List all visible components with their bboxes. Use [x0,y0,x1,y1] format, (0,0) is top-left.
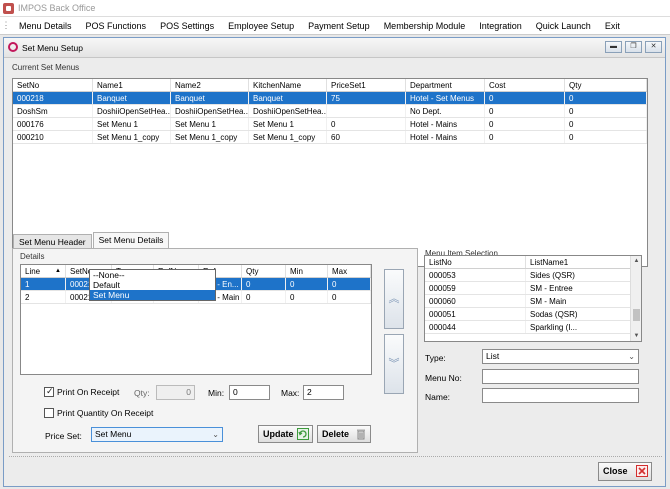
menu-integration[interactable]: Integration [472,21,529,31]
print-on-receipt-checkbox[interactable] [44,386,54,397]
type-label: Type: [425,353,446,363]
col-cost[interactable]: Cost [485,79,565,91]
close-window-button[interactable]: ✕ [645,41,662,53]
list-item[interactable]: 000060 SM - Main [425,295,631,308]
menu-exit[interactable]: Exit [598,21,627,31]
menu-membership-module[interactable]: Membership Module [377,21,473,31]
name-label: Name: [425,392,451,402]
price-set-option-default[interactable]: Default [90,280,215,290]
col-qty[interactable]: Qty [565,79,647,91]
move-up-button[interactable]: ︽ [384,269,404,329]
sort-asc-icon: ▲ [55,268,61,274]
set-menu-setup-window: Set Menu Setup ▬ ❐ ✕ Current Set Menus S… [3,37,666,487]
price-set-value: Set Menu [95,429,132,439]
move-down-button[interactable]: ︾ [384,334,404,394]
price-set-dropdown-list: --None-- Default Set Menu [89,269,216,301]
restore-button[interactable]: ❐ [625,41,642,53]
col-listno[interactable]: ListNo [425,256,526,268]
grid-header-row: SetNo Name1 Name2 KitchenName PriceSet1 … [13,79,647,92]
list-item[interactable]: 000044 Sparkling (I... [425,321,631,334]
window-ring-icon [8,42,18,52]
type-select[interactable]: List ⌄ [482,349,639,364]
update-button[interactable]: Update [258,425,313,443]
table-row[interactable]: 000176 Set Menu 1 Set Menu 1 Set Menu 1 … [13,118,647,131]
tab-set-menu-details[interactable]: Set Menu Details [92,232,170,249]
col-kitchenname[interactable]: KitchenName [249,79,327,91]
update-icon [297,428,309,440]
close-button[interactable]: Close [598,462,652,481]
delete-label: Delete [322,429,350,439]
price-set-option-set-menu[interactable]: Set Menu [90,290,215,300]
current-set-menus-label: Current Set Menus [12,63,80,72]
scroll-up-icon[interactable]: ▲ [631,256,641,266]
double-chevron-up-icon: ︽ [388,293,400,305]
update-label: Update [263,429,294,439]
print-qty-on-receipt-checkbox[interactable] [44,408,54,418]
max-input[interactable]: 2 [303,385,344,400]
list-item[interactable]: 000059 SM - Entree [425,282,631,295]
col-department[interactable]: Department [406,79,485,91]
col-name2[interactable]: Name2 [171,79,249,91]
chevron-down-icon: ⌄ [212,430,219,439]
table-row[interactable]: 000210 Set Menu 1_copy Set Menu 1_copy S… [13,131,647,144]
list-item[interactable]: 000051 Sodas (QSR) [425,308,631,321]
col-listname1[interactable]: ListName1 [526,256,631,268]
col-line[interactable]: Line ▲ [21,265,66,277]
window-header: Set Menu Setup ▬ ❐ ✕ [4,38,665,58]
menu-item-header-row: ListNo ListName1 [425,256,631,269]
menu-pos-functions[interactable]: POS Functions [79,21,154,31]
chevron-down-icon: ⌄ [628,352,635,361]
col-setno[interactable]: SetNo [13,79,93,91]
col-min[interactable]: Min [286,265,328,277]
vertical-scrollbar[interactable]: ▲ ▼ [630,256,641,341]
type-value: List [486,351,500,361]
list-item[interactable]: 000053 Sides (QSR) [425,269,631,282]
print-qty-on-receipt-label: Print Quantity On Receipt [57,408,154,418]
trash-icon [357,429,365,440]
scroll-thumb[interactable] [633,309,640,321]
col-qty[interactable]: Qty [242,265,286,277]
close-icon [636,465,648,477]
menu-no-label: Menu No: [425,373,462,383]
min-input[interactable]: 0 [229,385,270,400]
name-input[interactable] [482,388,639,403]
col-name1[interactable]: Name1 [93,79,171,91]
menu-item-selection-grid[interactable]: ListNo ListName1 000053 Sides (QSR) 0000… [424,255,642,342]
details-label: Details [20,252,45,261]
col-max[interactable]: Max [328,265,371,277]
menu-bar: ⋮ Menu Details POS Functions POS Setting… [0,17,670,35]
menu-no-input[interactable] [482,369,639,384]
table-row[interactable]: 000218 Banquet Banquet Banquet 75 Hotel … [13,92,647,105]
menu-employee-setup[interactable]: Employee Setup [221,21,301,31]
minimize-button[interactable]: ▬ [605,41,622,53]
table-row[interactable]: DoshSm DoshiiOpenSetHea... DoshiiOpenSet… [13,105,647,118]
qty-input[interactable]: 0 [156,385,195,400]
col-priceset1[interactable]: PriceSet1 [327,79,406,91]
app-title-bar: IMPOS Back Office [0,0,670,17]
menu-menu-details[interactable]: Menu Details [12,21,79,31]
price-set-label: Price Set: [45,431,82,441]
qty-label: Qty: [134,388,150,398]
footer-divider [9,456,662,457]
app-title: IMPOS Back Office [18,3,96,13]
price-set-select[interactable]: Set Menu ⌄ [91,427,223,442]
menu-pos-settings[interactable]: POS Settings [153,21,221,31]
max-label: Max: [281,388,300,398]
min-label: Min: [208,388,225,398]
print-on-receipt-label: Print On Receipt [57,387,120,397]
price-set-option-none[interactable]: --None-- [90,270,215,280]
tab-set-menu-header[interactable]: Set Menu Header [13,234,92,249]
scroll-down-icon[interactable]: ▼ [631,331,641,341]
delete-button[interactable]: Delete [317,425,371,443]
window-title: Set Menu Setup [22,43,83,53]
menu-quick-launch[interactable]: Quick Launch [529,21,598,31]
close-label: Close [603,466,628,476]
menu-grip-icon: ⋮ [1,20,11,30]
app-logo-icon [3,3,14,14]
menu-payment-setup[interactable]: Payment Setup [301,21,377,31]
double-chevron-down-icon: ︾ [388,358,400,370]
